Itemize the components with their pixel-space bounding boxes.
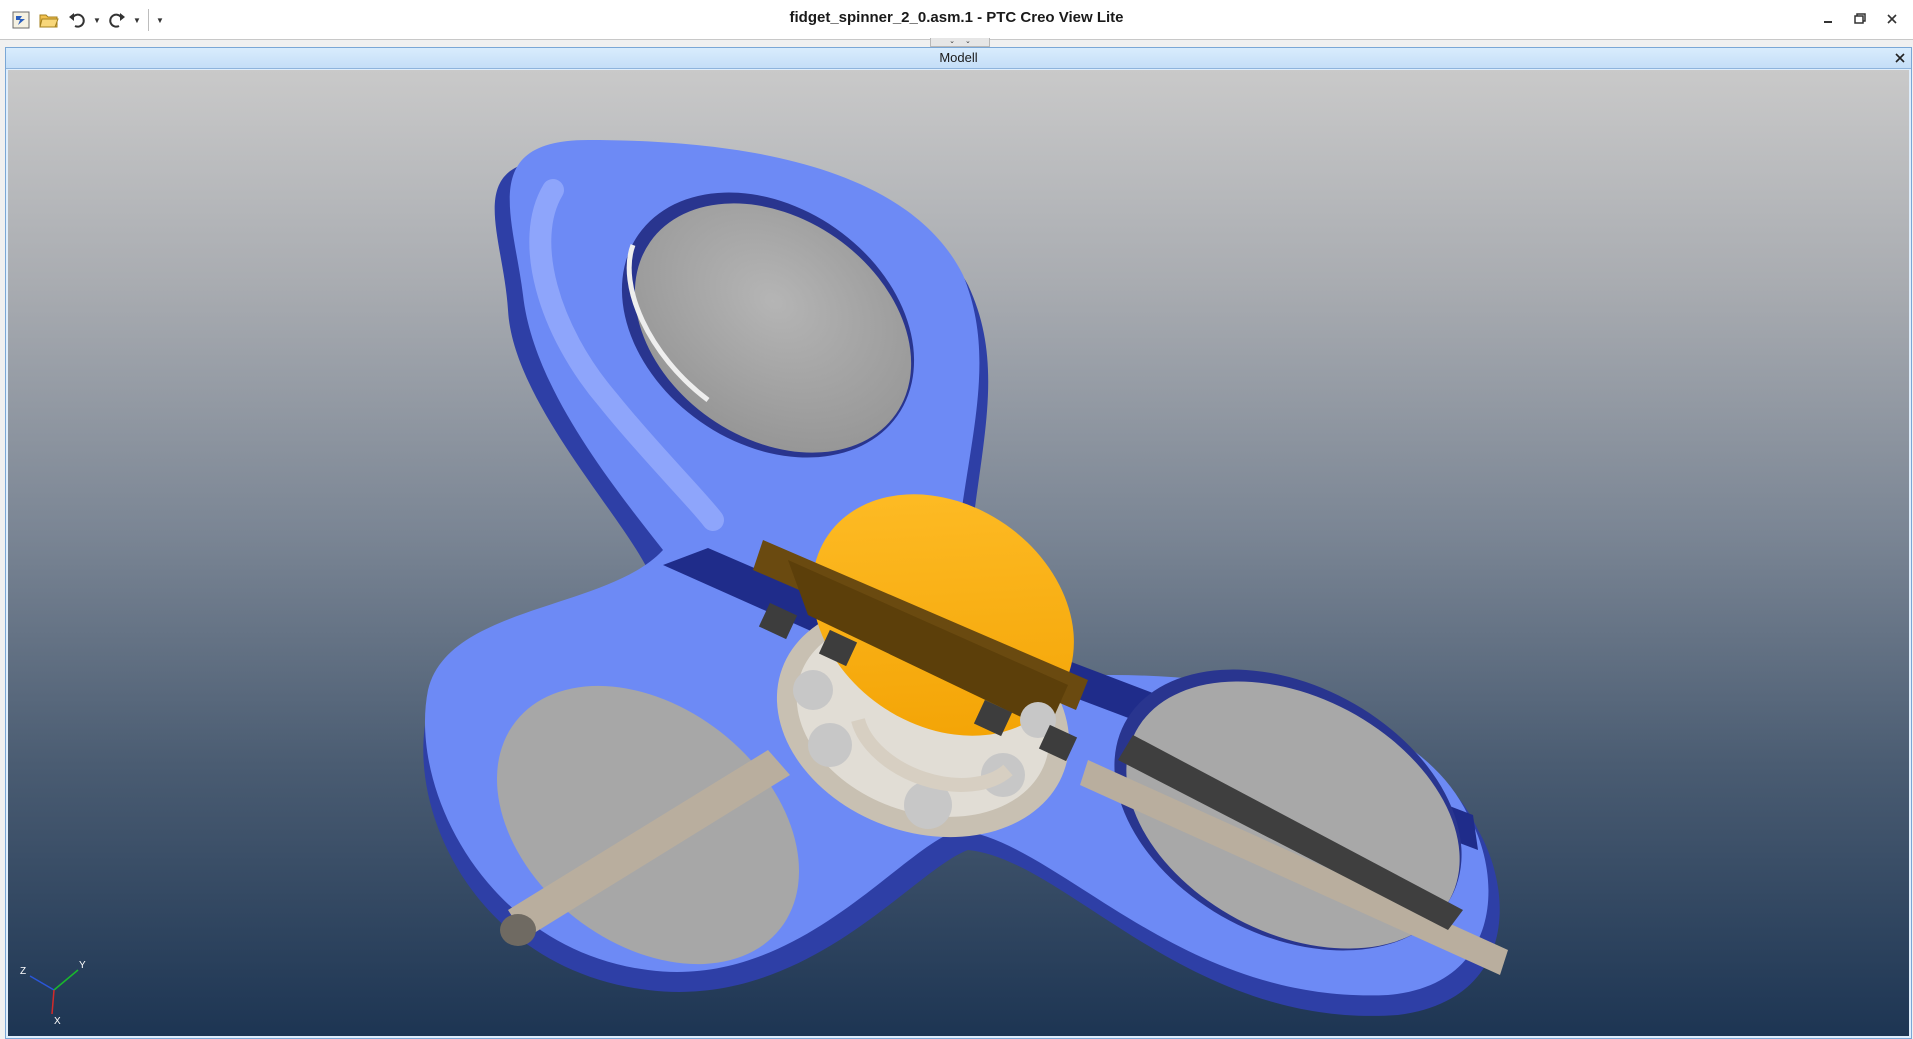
model-panel-header: Modell: [6, 48, 1911, 69]
title-bar: ▼ ▼ ▼ fidget_spinner_2_0.asm.1 - PTC Cre…: [0, 0, 1913, 40]
chevron-down-icon: ⌄: [949, 38, 955, 45]
close-window-icon[interactable]: [1879, 8, 1905, 30]
quick-access-toolbar: ▼ ▼ ▼: [8, 8, 165, 32]
orientation-triad: Z Y X: [20, 960, 86, 1027]
y-axis-label: Y: [79, 960, 86, 971]
open-icon[interactable]: [36, 8, 62, 32]
customize-icon[interactable]: ▼: [155, 8, 165, 32]
redo-icon[interactable]: [104, 8, 130, 32]
model-panel-title: Modell: [939, 50, 978, 65]
undo-icon[interactable]: [64, 8, 90, 32]
x-axis-line: [51, 989, 55, 1015]
restore-icon[interactable]: [1847, 8, 1873, 30]
minimize-icon[interactable]: [1815, 8, 1841, 30]
ribbon-expand-toggle[interactable]: ⌄ ⌄: [930, 38, 990, 47]
z-axis-line: [29, 975, 55, 991]
model-window: Modell Z Y X: [5, 47, 1912, 1039]
close-panel-button[interactable]: [1891, 49, 1909, 67]
close-icon: [1895, 53, 1905, 63]
window-title: fidget_spinner_2_0.asm.1 - PTC Creo View…: [789, 9, 1124, 26]
x-axis-label: X: [54, 1016, 61, 1027]
fidget-spinner-model[interactable]: [8, 70, 1909, 1036]
app-menu-icon[interactable]: [8, 8, 34, 32]
redo-dropdown-icon[interactable]: ▼: [132, 8, 142, 32]
undo-dropdown-icon[interactable]: ▼: [92, 8, 102, 32]
window-controls: [1815, 8, 1905, 30]
y-axis-line: [53, 969, 79, 991]
z-axis-label: Z: [20, 966, 26, 977]
toolbar-separator: [148, 9, 149, 31]
chevron-down-icon: ⌄: [965, 38, 971, 45]
3d-viewport[interactable]: Z Y X: [8, 70, 1909, 1036]
